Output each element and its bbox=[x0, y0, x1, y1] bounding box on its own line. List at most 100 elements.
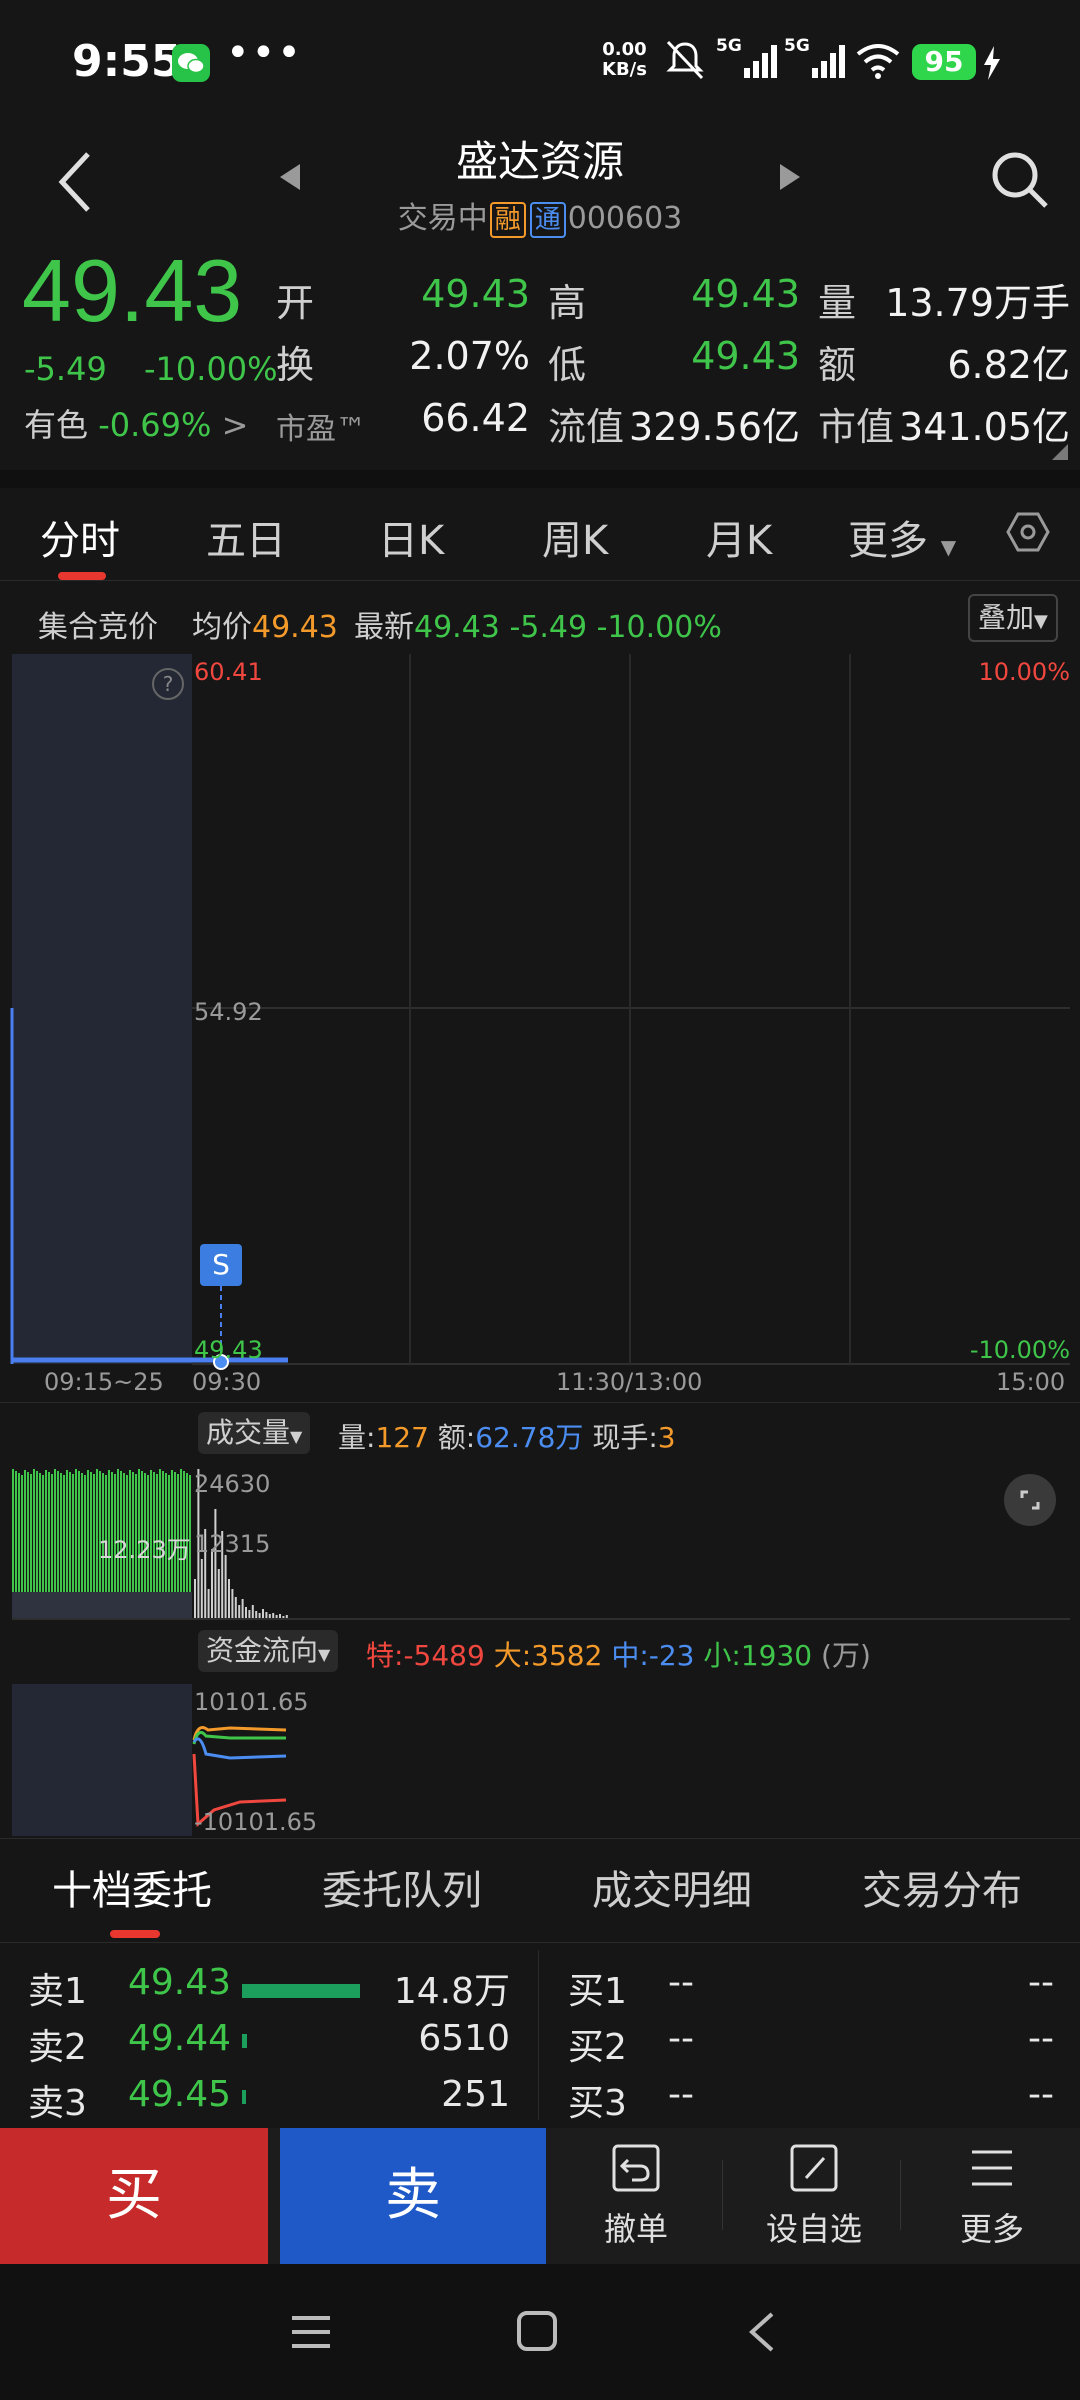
expand-corner-icon[interactable] bbox=[1052, 444, 1068, 460]
tab-weekly-k[interactable]: 周K bbox=[542, 508, 608, 566]
bid-price[interactable]: -- bbox=[668, 2018, 694, 2059]
sell-button[interactable]: 卖 bbox=[280, 2128, 546, 2264]
amt-label: 额: bbox=[437, 1421, 476, 1454]
tab-order-queue[interactable]: 委托队列 bbox=[322, 1858, 482, 1916]
tab-trade-distribution[interactable]: 交易分布 bbox=[862, 1858, 1022, 1916]
bid-price[interactable]: -- bbox=[668, 1962, 694, 2003]
bid-qty: -- bbox=[1028, 2018, 1054, 2059]
settings-icon[interactable] bbox=[1006, 510, 1050, 554]
volume-bar bbox=[265, 1612, 268, 1619]
y-axis-bottom: 49.43 bbox=[194, 1336, 263, 1364]
wechat-icon bbox=[172, 44, 210, 82]
fund-flow-selector[interactable]: 资金流向▼ bbox=[198, 1630, 339, 1672]
float-cap-label: 流值 bbox=[548, 405, 625, 449]
tab-more[interactable]: 更多 ▼ bbox=[848, 508, 956, 566]
overlay-dropdown[interactable]: 叠加▼ bbox=[968, 594, 1058, 642]
stock-name: 盛达资源 bbox=[455, 137, 624, 186]
hand-label: 现手: bbox=[592, 1421, 658, 1454]
volume-bar bbox=[211, 1549, 213, 1619]
flow-line-mid bbox=[192, 1737, 287, 1760]
price-chart[interactable] bbox=[0, 654, 1080, 1400]
super-label: 特: bbox=[366, 1639, 404, 1672]
divider bbox=[0, 1402, 1080, 1403]
divider bbox=[900, 2160, 901, 2230]
vol-label: 量: bbox=[338, 1421, 376, 1454]
latest-value: 49.43 bbox=[414, 610, 500, 645]
tab-daily-k[interactable]: 日K bbox=[378, 508, 444, 566]
tab-monthly-k[interactable]: 月K bbox=[706, 508, 772, 566]
chevron-right-icon: > bbox=[221, 406, 249, 444]
ask-price[interactable]: 49.45 bbox=[128, 2074, 231, 2115]
help-icon[interactable]: ? bbox=[152, 668, 184, 700]
preopen-volume-total: 12.23万 bbox=[98, 1536, 191, 1564]
bid-label: 买2 bbox=[568, 2027, 627, 2068]
preopen-area bbox=[12, 654, 192, 1364]
amount-value: 6.82亿 bbox=[947, 343, 1070, 387]
open-value: 49.43 bbox=[421, 272, 530, 316]
preopen-area bbox=[12, 1684, 192, 1836]
volume-selector[interactable]: 成交量▼ bbox=[198, 1412, 311, 1454]
volume-label: 量 bbox=[818, 281, 857, 325]
bid-qty: -- bbox=[1028, 2074, 1054, 2115]
status-bar: 9:55 ••• 0.00 KB/s 5G 5G 95 bbox=[0, 0, 1080, 120]
add-watchlist-label: 设自选 bbox=[765, 2210, 862, 2248]
ask-price[interactable]: 49.43 bbox=[128, 1962, 231, 2003]
volume-bar bbox=[262, 1609, 264, 1619]
stock-subtitle: 交易中融通 000603 bbox=[0, 193, 1080, 238]
sell-signal-label: S bbox=[212, 1248, 230, 1281]
vol-axis-top: 24630 bbox=[194, 1470, 271, 1498]
high-label: 高 bbox=[548, 281, 587, 325]
cancel-order-label: 撤单 bbox=[603, 2210, 668, 2248]
add-watchlist-button[interactable]: 设自选 bbox=[734, 2140, 894, 2250]
ask-price[interactable]: 49.44 bbox=[128, 2018, 231, 2059]
connect-tag: 通 bbox=[529, 202, 566, 238]
latest-pct: -10.00% bbox=[596, 610, 722, 645]
bid-label: 买1 bbox=[568, 1971, 627, 2012]
recent-apps-icon[interactable] bbox=[290, 2312, 332, 2352]
more-label: 更多 bbox=[959, 2210, 1024, 2248]
super-value: -5489 bbox=[403, 1639, 485, 1672]
signal-icon bbox=[744, 45, 777, 78]
y-axis-mid: 54.92 bbox=[194, 998, 263, 1026]
tab-five-day[interactable]: 五日 bbox=[206, 508, 286, 566]
mid-value: -23 bbox=[648, 1639, 695, 1672]
cancel-order-button[interactable]: 撤单 bbox=[556, 2140, 716, 2250]
buy-button[interactable]: 买 bbox=[0, 2128, 268, 2264]
volume-bar bbox=[217, 1569, 220, 1619]
auction-label: 集合竞价 bbox=[38, 610, 158, 645]
dropdown-arrow-icon: ▼ bbox=[1034, 611, 1048, 632]
more-button[interactable]: 更多 bbox=[912, 2140, 1072, 2250]
volume-bar bbox=[245, 1607, 247, 1619]
back-nav-icon[interactable] bbox=[746, 2310, 776, 2354]
large-value: 3582 bbox=[531, 1639, 603, 1672]
bid-price[interactable]: -- bbox=[668, 2074, 694, 2115]
volume-bar bbox=[248, 1610, 251, 1619]
tab-more-label: 更多 bbox=[848, 518, 928, 564]
avg-value: 49.43 bbox=[252, 610, 338, 645]
flow-axis-top: 10101.65 bbox=[194, 1688, 309, 1716]
volume-bar bbox=[194, 1579, 196, 1619]
volume-selector-label: 成交量 bbox=[206, 1416, 291, 1449]
tab-intraday[interactable]: 分时 bbox=[40, 508, 120, 566]
turnover-value: 2.07% bbox=[409, 334, 530, 378]
float-cap-value: 329.56亿 bbox=[629, 405, 800, 449]
turnover-label: 换 bbox=[276, 343, 315, 387]
menu-icon bbox=[972, 2150, 1012, 2186]
flow-line-small bbox=[192, 1730, 286, 1745]
next-stock-icon[interactable] bbox=[778, 162, 802, 192]
home-icon[interactable] bbox=[516, 2310, 558, 2352]
mid-label: 中: bbox=[611, 1639, 649, 1672]
avg-price: 均价49.43 bbox=[192, 602, 338, 646]
fund-flow-selector-label: 资金流向 bbox=[206, 1634, 319, 1667]
volume-stats: 量:127 额:62.78万 现手:3 bbox=[338, 1416, 676, 1456]
ask-label: 卖2 bbox=[28, 2027, 87, 2068]
tab-trade-detail[interactable]: 成交明细 bbox=[592, 1858, 752, 1916]
high-value: 49.43 bbox=[691, 272, 800, 316]
search-icon[interactable] bbox=[990, 150, 1050, 210]
fund-flow-chart[interactable] bbox=[0, 1684, 1080, 1836]
tab-ten-level[interactable]: 十档委托 bbox=[52, 1858, 212, 1916]
fullscreen-button[interactable] bbox=[1004, 1474, 1056, 1526]
sector-link[interactable]: 有色 -0.69% > bbox=[24, 400, 248, 446]
amount-label: 额 bbox=[818, 343, 857, 387]
pe-label: 市盈™ bbox=[276, 412, 366, 447]
